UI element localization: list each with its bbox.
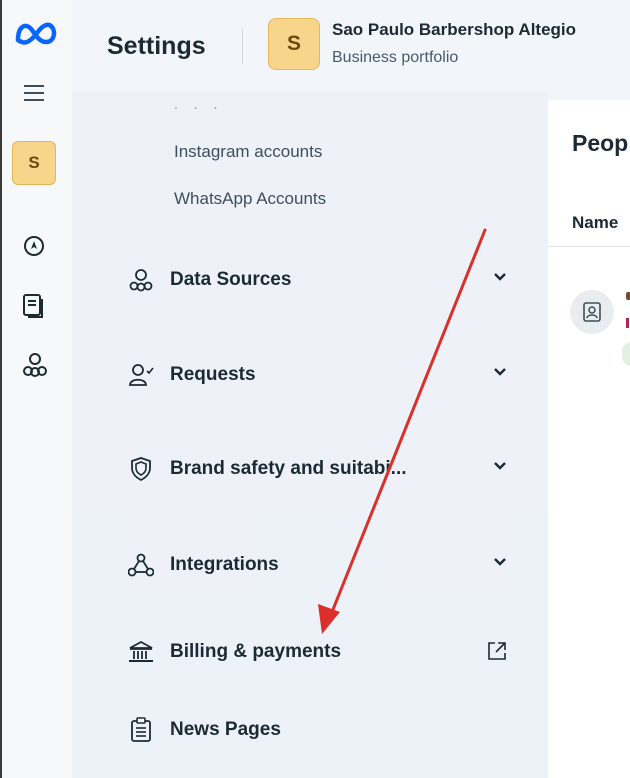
settings-nav: . . . Instagram accounts WhatsApp Accoun… (72, 92, 548, 778)
nav-item-data-sources[interactable]: Data Sources (128, 260, 508, 300)
page-title: Settings (107, 32, 206, 60)
business-subtitle: Business portfolio (332, 49, 459, 66)
people-panel: Peop Name (548, 100, 630, 778)
requests-icon (128, 362, 154, 388)
menu-icon[interactable] (24, 84, 46, 107)
chevron-down-icon[interactable] (492, 270, 508, 288)
shield-icon (128, 456, 154, 482)
nav-item-integrations[interactable]: Integrations (128, 545, 508, 585)
business-name[interactable]: Sao Paulo Barbershop Altegio (332, 20, 576, 40)
table-divider (548, 246, 630, 247)
people-group-icon[interactable] (22, 352, 48, 383)
data-sources-icon (128, 267, 154, 293)
status-badge (622, 342, 630, 366)
header-divider (242, 28, 243, 64)
nav-item-brand-safety[interactable]: Brand safety and suitabi... (128, 449, 508, 489)
chevron-down-icon[interactable] (492, 555, 508, 573)
external-link-icon[interactable] (486, 640, 508, 667)
chevron-down-icon[interactable] (492, 365, 508, 383)
row-text-fragment (626, 318, 629, 328)
nav-item-requests[interactable]: Requests (128, 355, 508, 395)
header: Settings S Sao Paulo Barbershop Altegio … (72, 0, 630, 92)
clipboard-icon (128, 717, 154, 743)
nav-item-label: Requests (170, 364, 256, 385)
bank-icon (128, 639, 154, 665)
nav-item-label: News Pages (170, 719, 281, 740)
nav-item-label: Integrations (170, 554, 279, 575)
nav-item-label: Data Sources (170, 269, 292, 290)
business-portfolio-avatar[interactable]: S (268, 18, 320, 70)
integrations-icon (128, 552, 154, 578)
nav-item-label: Brand safety and suitabi... (170, 458, 407, 479)
column-header-name[interactable]: Name (572, 213, 618, 233)
nav-item-billing-payments[interactable]: Billing & payments (128, 632, 508, 672)
truncated-item: . . . (174, 96, 224, 112)
meta-logo-icon[interactable] (14, 20, 60, 51)
nav-sub-item-instagram[interactable]: Instagram accounts (174, 142, 322, 162)
nav-item-news-pages[interactable]: News Pages (128, 710, 508, 750)
business-avatar[interactable]: S (12, 141, 56, 185)
panel-title: Peop (572, 130, 629, 156)
left-rail: S (0, 0, 72, 778)
pages-icon[interactable] (22, 293, 46, 324)
nav-sub-item-whatsapp[interactable]: WhatsApp Accounts (174, 189, 326, 209)
person-icon (570, 290, 614, 334)
row-text-fragment (626, 292, 630, 300)
chevron-down-icon[interactable] (492, 459, 508, 477)
compass-icon[interactable] (22, 234, 46, 263)
nav-item-label: Billing & payments (170, 641, 342, 662)
